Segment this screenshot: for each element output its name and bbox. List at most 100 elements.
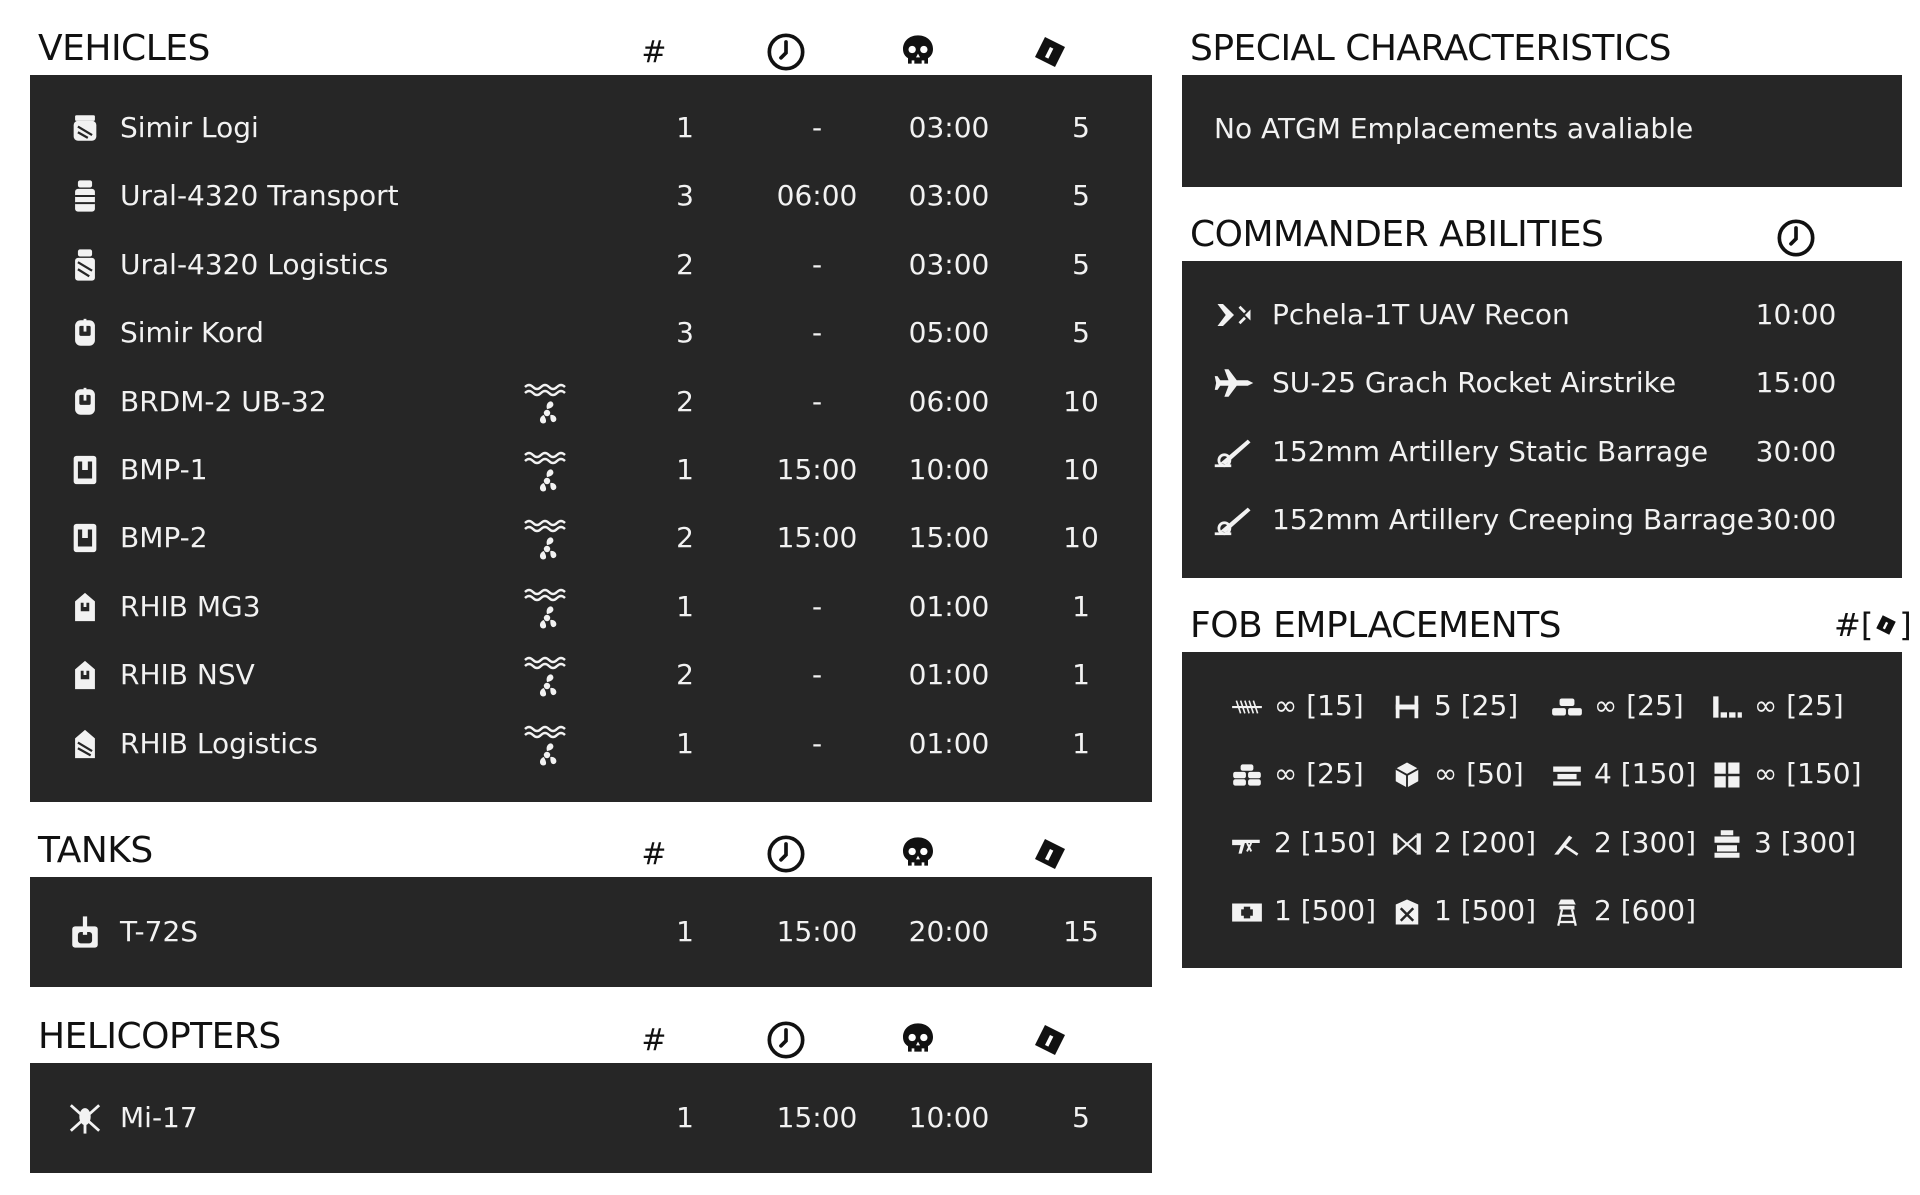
unit-delay: 15:00	[776, 521, 858, 555]
fob-item-value: 2 [600]	[1594, 894, 1697, 928]
unit-name: Ural-4320 Logistics	[120, 247, 389, 281]
fob-item-value: 2 [150]	[1274, 825, 1377, 859]
unit-tickets: 5	[1072, 247, 1090, 281]
ability-name: Pchela-1T UAV Recon	[1272, 298, 1570, 331]
unit-row: BMP-1 1 15:00 10:00 10	[30, 436, 1152, 504]
count-column-header: #	[641, 836, 667, 872]
vehicles-panel: Simir Logi 1 - 03:00 5 Ural-4320 Transport 3 06…	[30, 75, 1152, 802]
unit-respawn: 20:00	[908, 915, 990, 948]
unit-row: BMP-2 2 15:00 15:00 10	[30, 504, 1152, 572]
special-title: SPECIAL CHARACTERISTICS	[1190, 28, 1672, 69]
hesco-icon	[1390, 692, 1424, 722]
ticket-icon	[1020, 1020, 1080, 1060]
tank-icon	[68, 915, 102, 949]
transport-truck-icon	[68, 179, 102, 213]
unit-name: RHIB NSV	[120, 658, 255, 692]
fob-header-label: #[ ]	[1834, 606, 1912, 644]
boat-icon	[68, 590, 102, 624]
unit-count: 1	[676, 915, 694, 948]
unit-name: BRDM-2 UB-32	[120, 384, 327, 418]
fob-item-value: 1 [500]	[1274, 894, 1377, 928]
ifv-icon	[68, 521, 102, 555]
clock-icon	[756, 32, 816, 72]
skull-icon	[888, 1020, 948, 1060]
fob-item-value: ∞ [25]	[1754, 689, 1844, 722]
tanks-title: TANKS	[38, 830, 153, 871]
unit-respawn: 01:00	[908, 589, 990, 623]
unit-delay: -	[811, 589, 823, 623]
uav-icon	[1212, 297, 1256, 333]
fob-item-value: 2 [200]	[1434, 825, 1537, 859]
amphibious-icon	[522, 586, 572, 634]
unit-count: 1	[676, 589, 694, 623]
ticket-icon	[1873, 610, 1899, 640]
tower-gate-icon	[1390, 829, 1424, 859]
unit-respawn: 03:00	[908, 247, 990, 281]
unit-count: 3	[676, 179, 694, 213]
fob-title: FOB EMPLACEMENTS	[1190, 605, 1562, 646]
unit-row: T-72S 1 15:00 20:00 15	[30, 898, 1152, 966]
barrier-block-icon	[1710, 760, 1744, 790]
commander-title: COMMANDER ABILITIES	[1190, 214, 1604, 255]
unit-count: 3	[676, 316, 694, 350]
artillery-icon	[1212, 434, 1256, 470]
unit-delay: 06:00	[776, 179, 858, 213]
ability-name: SU-25 Grach Rocket Airstrike	[1272, 366, 1677, 400]
clock-icon	[756, 834, 816, 874]
unit-tickets: 5	[1072, 179, 1090, 213]
unit-tickets: 5	[1072, 1101, 1090, 1134]
unit-delay: 15:00	[776, 453, 858, 486]
ability-cooldown: 30:00	[1755, 503, 1837, 537]
mortar-icon	[1550, 829, 1584, 859]
unit-tickets: 1	[1072, 589, 1090, 623]
unit-count: 1	[676, 1101, 694, 1134]
ability-cooldown: 10:00	[1755, 298, 1837, 331]
fob-header-prefix: #[	[1834, 606, 1874, 644]
unit-respawn: 05:00	[908, 316, 990, 350]
unit-respawn: 03:00	[908, 179, 990, 213]
machine-gun-icon	[1230, 829, 1264, 859]
clock-icon	[1766, 218, 1826, 258]
fob-item-value: ∞ [150]	[1754, 757, 1862, 791]
fob-header-suffix: ]	[1899, 606, 1912, 644]
boat-icon	[68, 658, 102, 692]
unit-tickets: 1	[1072, 658, 1090, 692]
unit-delay: 15:00	[776, 915, 858, 948]
unit-delay: 15:00	[776, 1101, 858, 1134]
unit-count: 1	[676, 111, 694, 144]
unit-name: Simir Kord	[120, 316, 264, 350]
ifv-icon	[68, 453, 102, 487]
unit-name: Simir Logi	[120, 111, 259, 144]
unit-count: 2	[676, 247, 694, 281]
unit-row: Ural-4320 Logistics 2 - 03:00 5	[30, 231, 1152, 299]
count-column-header: #	[641, 34, 667, 70]
unit-tickets: 10	[1063, 384, 1099, 418]
unit-tickets: 1	[1072, 726, 1090, 760]
bunker-icon	[1550, 760, 1584, 790]
unit-name: Ural-4320 Transport	[120, 179, 399, 213]
fob-panel: ∞ [15] 5 [25] ∞ [25] ∞ [25] ∞ [25] ∞ [50] 4 [1…	[1182, 652, 1902, 968]
fob-item-value: ∞ [25]	[1594, 689, 1684, 722]
artillery-icon	[1212, 502, 1256, 538]
unit-count: 2	[676, 658, 694, 692]
clock-icon	[756, 1020, 816, 1060]
sandbag-corner-icon	[1710, 692, 1744, 722]
watchtower-icon	[1550, 897, 1584, 927]
repair-station-icon	[1390, 897, 1424, 927]
sandbag-wall-icon	[1550, 692, 1584, 722]
medical-crate-icon	[1230, 897, 1264, 927]
ticket-icon	[1020, 834, 1080, 874]
special-text: No ATGM Emplacements avaliable	[1214, 112, 1694, 145]
unit-name: RHIB Logistics	[120, 726, 318, 760]
unit-respawn: 10:00	[908, 1101, 990, 1134]
unit-name: T-72S	[120, 915, 199, 948]
fob-item-value: ∞ [25]	[1274, 757, 1364, 791]
logistics-boat-icon	[68, 727, 102, 761]
unit-respawn: 10:00	[908, 453, 990, 486]
unit-count: 2	[676, 384, 694, 418]
logistics-vehicle-icon	[68, 111, 102, 145]
unit-tickets: 10	[1063, 453, 1099, 486]
helicopter-icon	[68, 1101, 102, 1135]
ammo-crate-icon	[1390, 760, 1424, 790]
ability-cooldown: 30:00	[1755, 434, 1837, 468]
